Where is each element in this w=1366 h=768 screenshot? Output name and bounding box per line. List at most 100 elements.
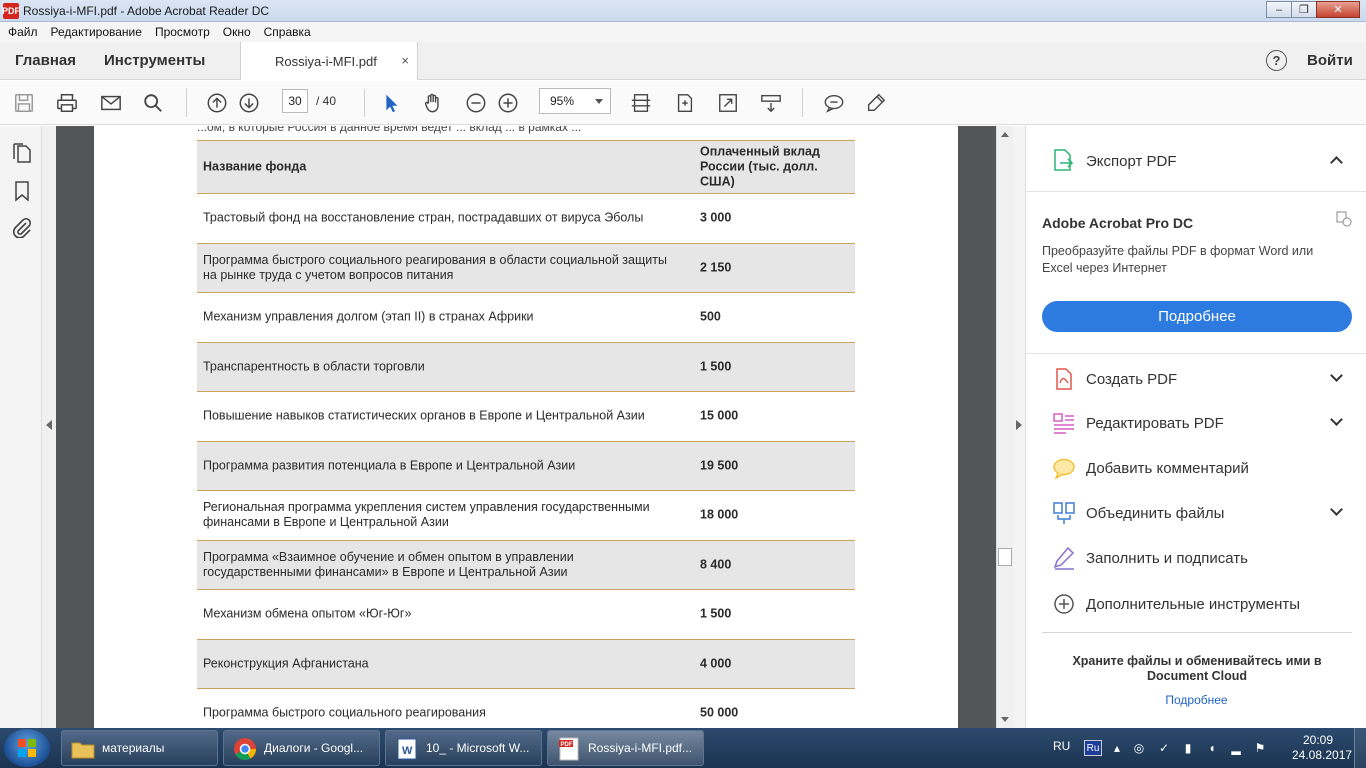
- fund-name: Реконструкция Афганистана: [203, 656, 369, 671]
- toolbar-separator: [186, 89, 187, 117]
- chevron-down-icon[interactable]: [1330, 503, 1343, 516]
- tab-document[interactable]: Rossiya-i-MFI.pdf ×: [240, 42, 418, 80]
- tool-combine-files[interactable]: Объединить файлы: [1026, 493, 1366, 533]
- page-total: / 40: [316, 94, 337, 108]
- toolbar-separator: [364, 89, 365, 117]
- folder-icon: [71, 742, 95, 759]
- fund-value: 19 500: [700, 458, 739, 473]
- export-pdf-section[interactable]: Экспорт PDF: [1026, 126, 1366, 192]
- scroll-down-icon[interactable]: [1001, 717, 1009, 722]
- fund-value: 1 500: [700, 606, 732, 621]
- page-fit-icon[interactable]: [629, 91, 653, 115]
- tab-home[interactable]: Главная: [0, 52, 89, 69]
- document-viewport[interactable]: ...ом, в которые Россия в данное время в…: [56, 126, 996, 728]
- fund-name: Транспарентность в области торговли: [203, 359, 425, 374]
- page-thumbnails-icon[interactable]: [11, 142, 33, 164]
- window-title: Rossiya-i-MFI.pdf - Adobe Acrobat Reader…: [23, 3, 270, 18]
- fund-value: 4 000: [700, 656, 732, 671]
- zoom-out-icon[interactable]: [464, 91, 488, 115]
- tool-fill-sign[interactable]: Заполнить и подписать: [1026, 538, 1366, 578]
- fund-value: 3 000: [700, 210, 732, 225]
- document-cloud-link[interactable]: Подробнее: [1026, 693, 1366, 707]
- tool-edit-pdf[interactable]: Редактировать PDF: [1026, 403, 1366, 443]
- login-button[interactable]: Войти: [1307, 52, 1353, 69]
- edit-pdf-icon: [1053, 413, 1074, 434]
- close-button[interactable]: ✕: [1316, 1, 1360, 18]
- tool-create-pdf[interactable]: Создать PDF: [1026, 359, 1366, 399]
- combine-files-icon: [1053, 502, 1075, 524]
- bookmark-icon[interactable]: [11, 180, 33, 202]
- flag-icon[interactable]: ⚑: [1253, 741, 1267, 755]
- taskbar-item-folder[interactable]: материалы: [61, 730, 218, 766]
- maximize-button[interactable]: ❐: [1291, 1, 1317, 18]
- comment-icon[interactable]: [822, 91, 846, 115]
- volume-icon[interactable]: ◖: [1205, 741, 1219, 755]
- previous-page-icon[interactable]: [205, 91, 229, 115]
- chevron-down-icon[interactable]: [1330, 413, 1343, 426]
- zoom-in-icon[interactable]: [496, 91, 520, 115]
- email-icon[interactable]: [99, 91, 123, 115]
- zoom-value: 95%: [550, 94, 575, 108]
- fund-name: Программа быстрого социального реагирова…: [203, 705, 486, 720]
- system-clock[interactable]: 20:09 24.08.2017: [1292, 733, 1352, 763]
- table-row: Транспарентность в области торговли 1 50…: [197, 341, 855, 391]
- zoom-select[interactable]: 95%: [539, 88, 611, 114]
- minimize-button[interactable]: ‒: [1266, 1, 1292, 18]
- fit-width-icon[interactable]: [673, 91, 697, 115]
- svg-text:PDF: PDF: [561, 742, 573, 748]
- divider: [1026, 353, 1366, 354]
- hand-tool-icon[interactable]: [421, 91, 445, 115]
- chevron-down-icon: [595, 99, 603, 104]
- tool-label: Добавить комментарий: [1086, 460, 1249, 477]
- tool-add-comment[interactable]: Добавить комментарий: [1026, 448, 1366, 488]
- highlight-pen-icon[interactable]: [864, 91, 888, 115]
- scroll-mode-icon[interactable]: [759, 91, 783, 115]
- battery-icon[interactable]: ▮: [1181, 741, 1195, 755]
- taskbar-item-word[interactable]: W 10_ - Microsoft W...: [385, 730, 542, 766]
- print-icon[interactable]: [55, 91, 79, 115]
- fund-value: 18 000: [700, 507, 739, 522]
- tab-document-label: Rossiya-i-MFI.pdf: [275, 53, 377, 69]
- taskbar-item-acrobat[interactable]: PDF Rossiya-i-MFI.pdf...: [547, 730, 704, 766]
- menu-window[interactable]: Окно: [223, 25, 251, 39]
- table-row: Реконструкция Афганистана 4 000: [197, 638, 855, 688]
- keyboard-layout-icon[interactable]: Ru: [1084, 740, 1102, 756]
- start-button[interactable]: [4, 729, 50, 767]
- search-icon[interactable]: [141, 91, 165, 115]
- chevron-down-icon[interactable]: [1330, 369, 1343, 382]
- scrollbar-thumb[interactable]: [998, 548, 1012, 566]
- tray-app-icon[interactable]: ◎: [1132, 741, 1146, 755]
- taskbar-item-label: Диалоги - Googl...: [264, 741, 364, 755]
- scroll-up-icon[interactable]: [1001, 132, 1009, 137]
- fund-name: Программа развития потенциала в Европе и…: [203, 458, 576, 473]
- next-page-icon[interactable]: [237, 91, 261, 115]
- tab-tools[interactable]: Инструменты: [89, 52, 218, 69]
- language-indicator[interactable]: RU: [1053, 739, 1070, 753]
- show-desktop-button[interactable]: [1354, 728, 1366, 768]
- menu-file[interactable]: Файл: [8, 25, 38, 39]
- menu-help[interactable]: Справка: [264, 25, 311, 39]
- tray-security-icon[interactable]: ✓: [1157, 741, 1171, 755]
- learn-more-button[interactable]: Подробнее: [1042, 301, 1352, 332]
- full-screen-icon[interactable]: [716, 91, 740, 115]
- title-bar: PDF Rossiya-i-MFI.pdf - Adobe Acrobat Re…: [0, 0, 1366, 22]
- comment-icon: [1053, 458, 1075, 480]
- attachment-icon[interactable]: [11, 216, 33, 239]
- help-icon[interactable]: ?: [1266, 50, 1287, 71]
- network-icon[interactable]: ▂: [1229, 741, 1243, 755]
- taskbar-item-chrome[interactable]: Диалоги - Googl...: [223, 730, 380, 766]
- tool-more-tools[interactable]: Дополнительные инструменты: [1026, 584, 1366, 624]
- info-icon[interactable]: [1336, 211, 1352, 227]
- close-tab-icon[interactable]: ×: [401, 53, 409, 68]
- save-icon[interactable]: [12, 91, 36, 115]
- left-pane-toggle[interactable]: [42, 126, 56, 728]
- document-scrollbar[interactable]: [996, 126, 1013, 728]
- tray-arrow-icon[interactable]: ▴: [1110, 741, 1124, 755]
- fund-value: 50 000: [700, 705, 739, 720]
- menu-edit[interactable]: Редактирование: [51, 25, 142, 39]
- chevron-up-icon[interactable]: [1330, 156, 1343, 169]
- menu-view[interactable]: Просмотр: [155, 25, 210, 39]
- select-pointer-icon[interactable]: [379, 91, 403, 115]
- page-number-input[interactable]: 30: [282, 89, 308, 113]
- right-pane-toggle[interactable]: [1013, 126, 1025, 728]
